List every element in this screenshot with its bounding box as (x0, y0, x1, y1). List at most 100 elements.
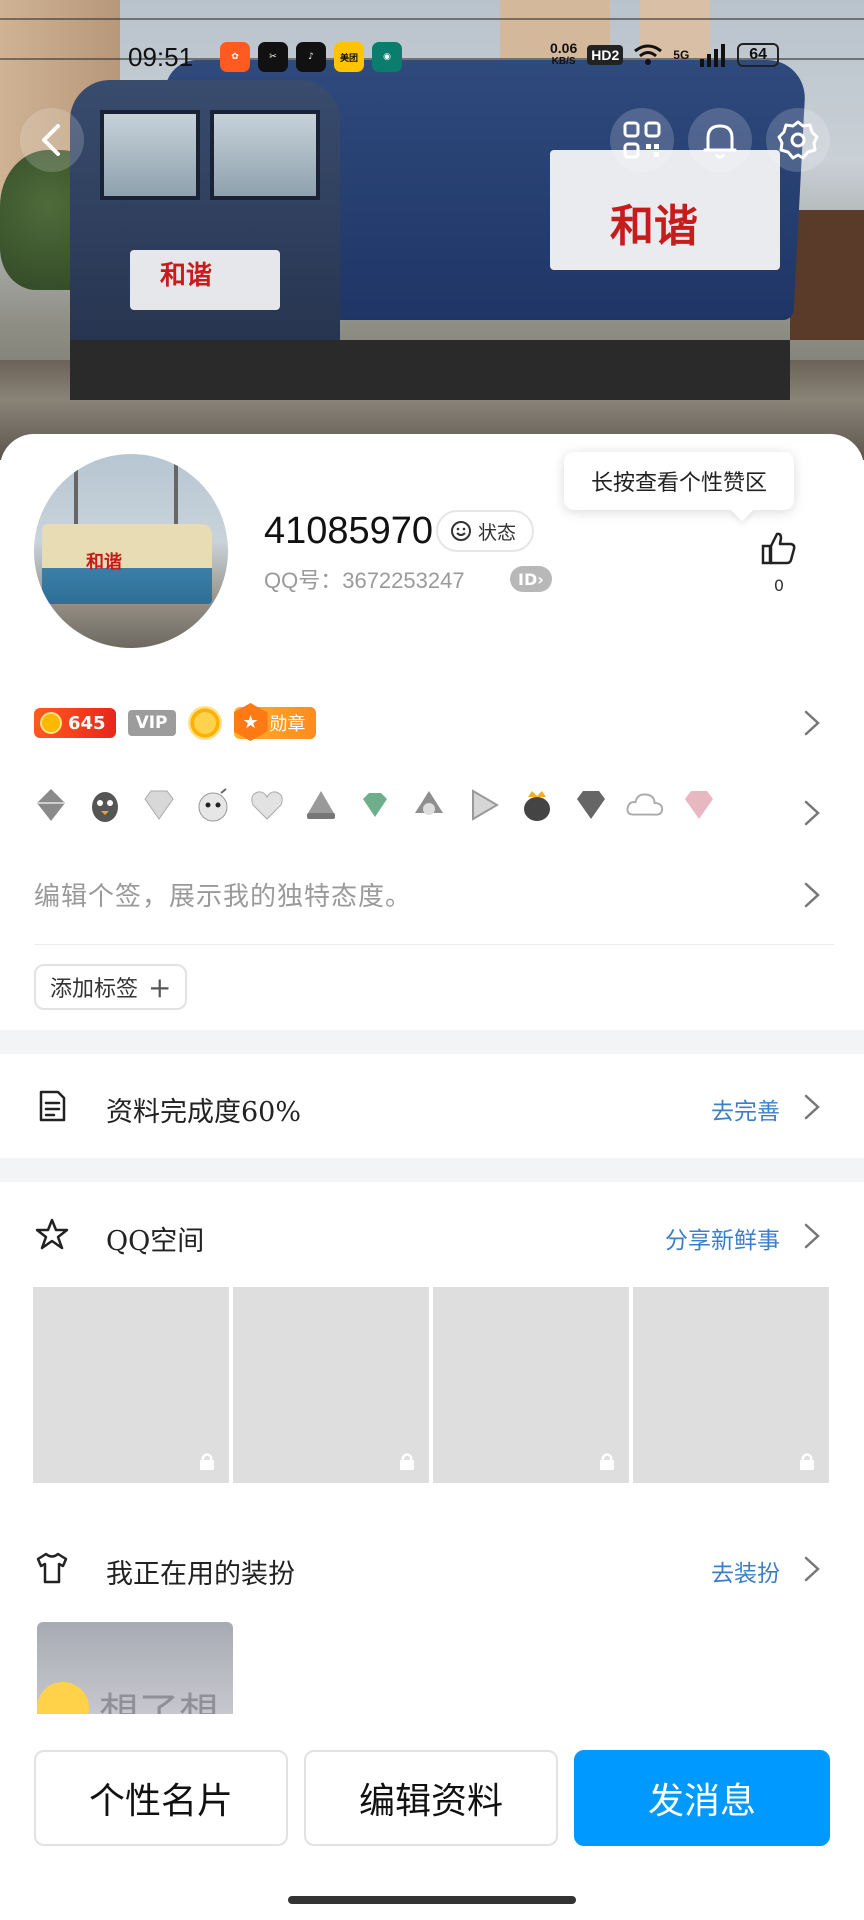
dress-preview-text: 想了想 (99, 1690, 219, 1714)
penguin-icon (84, 784, 126, 826)
bell-icon (703, 124, 737, 159)
hat-penguin-icon (300, 784, 342, 826)
loco-plate-text: 和谐 (160, 261, 213, 291)
status-time: 09:51 (128, 42, 194, 72)
qr-code-button[interactable] (610, 108, 674, 172)
medal-badge: ★ 勋章 (233, 703, 316, 741)
achievement-icons-row[interactable] (30, 784, 720, 826)
qzone-photo[interactable] (33, 1287, 229, 1483)
dark-diamond-icon (570, 784, 612, 826)
plus-icon: + (148, 970, 172, 1004)
dress-up-title: 我正在用的装扮 (106, 1559, 295, 1590)
qzone-photo[interactable] (433, 1287, 629, 1483)
qzone-photo[interactable] (233, 1287, 429, 1483)
app-teal-icon: ◉ (372, 42, 402, 72)
bomb-face-icon (192, 784, 234, 826)
cap-penguin-icon (408, 784, 450, 826)
meituan-icon: 美团 (334, 42, 364, 72)
like-tooltip: 长按查看个性赞区 (564, 452, 794, 510)
pink-diamond-icon (678, 784, 720, 826)
dress-up-row[interactable]: 我正在用的装扮 去装扮 (0, 1538, 864, 1598)
chevron-right-icon[interactable] (800, 880, 824, 910)
loco-name: 和谐 (610, 201, 698, 252)
cover-wire (0, 18, 864, 20)
settings-button[interactable] (766, 108, 830, 172)
chevron-right-icon[interactable] (800, 798, 824, 828)
crown-penguin-icon (516, 784, 558, 826)
badges-row[interactable]: 645 VIP ★ 勋章 (34, 703, 316, 741)
level-badge: 645 (34, 708, 116, 738)
crystal-bird-icon (30, 784, 72, 826)
divider (34, 944, 834, 945)
chevron-right-icon[interactable] (800, 708, 824, 738)
diamond-icon (138, 784, 180, 826)
qzone-photo[interactable] (633, 1287, 829, 1483)
play-icon (462, 784, 504, 826)
chevron-left-icon (42, 124, 60, 156)
qq-number: QQ号：3672253247 (264, 568, 465, 593)
home-indicator[interactable] (288, 1896, 576, 1904)
star-outline-icon (35, 1218, 69, 1250)
nickname: 41085970 (264, 510, 434, 552)
lock-icon (200, 1453, 214, 1470)
qzone-photos (33, 1287, 829, 1483)
avatar-train (42, 524, 212, 604)
edit-profile-button[interactable]: 编辑资料 (304, 1750, 558, 1846)
lock-icon (800, 1453, 814, 1470)
heart-icon (246, 784, 288, 826)
chevron-right-icon (804, 1094, 820, 1120)
add-tag-button[interactable]: 添加标签 + (34, 964, 188, 1010)
cover-locomotive: 和谐 和谐 (70, 40, 807, 400)
status-bar: 09:51 ✿ ✂ ♪ 美团 ◉ 0.06 KB/S HD2 5G 64 (0, 40, 864, 80)
add-tag-label: 添加标签 (50, 977, 139, 1002)
share-news-link[interactable]: 分享新鲜事 (665, 1221, 780, 1255)
status-button[interactable]: 状态 (436, 510, 535, 552)
back-button[interactable] (20, 108, 84, 172)
emoji-icon (37, 1682, 89, 1714)
lock-icon (400, 1453, 414, 1470)
sun-badge-icon (187, 706, 222, 740)
capcut-icon: ✂ (258, 42, 288, 72)
send-message-button[interactable]: 发消息 (574, 1750, 830, 1846)
section-gap (0, 1158, 864, 1182)
chevron-right-icon (804, 1556, 820, 1582)
coin-icon (40, 712, 62, 734)
complete-profile-link[interactable]: 去完善 (711, 1092, 780, 1126)
vip-badge: VIP (127, 710, 176, 736)
signature-placeholder[interactable]: 编辑个签，展示我的独特态度。 (34, 876, 412, 913)
qzone-title: QQ空间 (106, 1226, 205, 1257)
app-orange-icon: ✿ (220, 42, 250, 72)
go-dress-up-link[interactable]: 去装扮 (711, 1554, 780, 1588)
profile-completion-row[interactable]: 资料完成度60% 去完善 (0, 1076, 864, 1136)
signal-icon (700, 44, 726, 67)
cloud-icon (624, 784, 666, 826)
wifi-icon (634, 44, 663, 65)
network-type: 5G (673, 48, 690, 62)
star-icon: ★ (233, 703, 268, 741)
thumbs-up-icon (761, 532, 796, 565)
cover-wagon (790, 210, 864, 340)
hd-badge: HD2 (587, 45, 624, 65)
qr-code-icon (623, 121, 661, 159)
qzone-row[interactable]: QQ空间 分享新鲜事 (0, 1205, 864, 1265)
like-button[interactable]: 0 (756, 528, 802, 595)
tiktok-icon: ♪ (296, 42, 326, 72)
status-app-icons: ✿ ✂ ♪ 美团 ◉ (220, 42, 402, 72)
avatar-train-text: 和谐 (86, 552, 122, 573)
personal-card-button[interactable]: 个性名片 (34, 1750, 288, 1846)
profile-completion-title: 资料完成度60% (106, 1097, 302, 1128)
bottom-action-bar: 个性名片 编辑资料 发消息 (0, 1714, 864, 1920)
net-speed: 0.06 KB/S (550, 40, 578, 67)
status-indicators: 0.06 KB/S HD2 5G 64 (550, 40, 780, 68)
dress-up-preview[interactable]: 想了想 (37, 1622, 233, 1714)
chevron-right-icon: › (537, 569, 544, 589)
notifications-button[interactable] (688, 108, 752, 172)
avatar[interactable]: 和谐 (34, 454, 228, 648)
emerald-icon (354, 784, 396, 826)
battery-indicator: 64 (737, 43, 780, 67)
chevron-right-icon (804, 1223, 820, 1249)
id-badge[interactable]: ID › (510, 566, 552, 592)
status-label: 状态 (478, 521, 517, 544)
section-gap (0, 1030, 864, 1054)
document-icon (39, 1090, 66, 1122)
